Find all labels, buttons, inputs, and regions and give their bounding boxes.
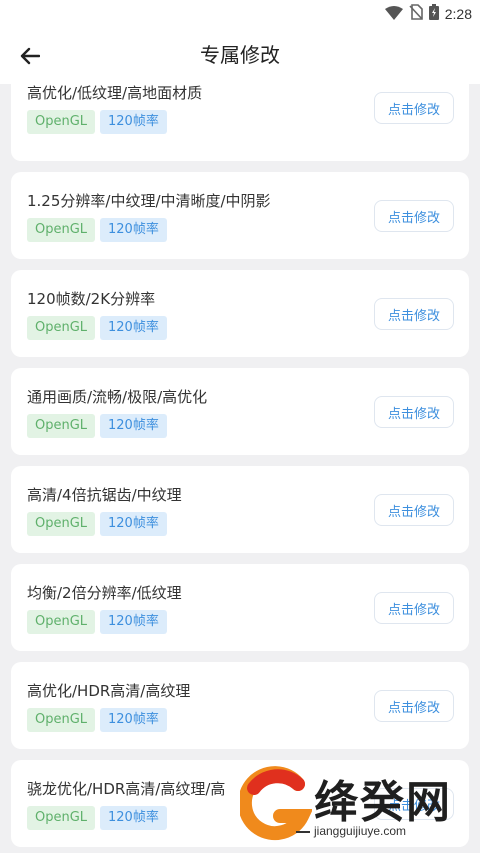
- preset-title: 120帧数/2K分辨率: [27, 290, 156, 308]
- edit-button[interactable]: 点击修改: [374, 396, 454, 428]
- edit-button[interactable]: 点击修改: [374, 494, 454, 526]
- tag-framerate: 120帧率: [100, 512, 167, 536]
- tag-opengl: OpenGL: [27, 316, 96, 340]
- tag-framerate: 120帧率: [100, 316, 167, 340]
- preset-title: 高清/4倍抗锯齿/中纹理: [27, 486, 182, 504]
- tag-opengl: OpenGL: [27, 610, 96, 634]
- edit-button[interactable]: 点击修改: [374, 92, 454, 124]
- tag-framerate: 120帧率: [100, 610, 167, 634]
- preset-card[interactable]: 高优化/HDR高清/高纹理 OpenGL 120帧率 点击修改: [11, 662, 469, 749]
- preset-card[interactable]: 120帧数/2K分辨率 OpenGL 120帧率 点击修改: [11, 270, 469, 357]
- watermark: 绛癸网 jiangguijiuye.com: [240, 762, 476, 848]
- app-bar: 专属修改: [0, 26, 480, 84]
- status-icons: 2:28: [384, 4, 472, 24]
- tag-opengl: OpenGL: [27, 218, 96, 242]
- tag-opengl: OpenGL: [27, 414, 96, 438]
- tag-opengl: OpenGL: [27, 110, 96, 134]
- page-title: 专属修改: [200, 43, 280, 67]
- preset-title: 1.25分辨率/中纹理/中清晰度/中阴影: [27, 192, 271, 210]
- edit-button[interactable]: 点击修改: [374, 690, 454, 722]
- preset-card[interactable]: 高优化/低纹理/高地面材质 OpenGL 120帧率 点击修改: [11, 84, 469, 161]
- watermark-url: jiangguijiuye.com: [314, 824, 407, 838]
- tag-framerate: 120帧率: [100, 806, 167, 830]
- wifi-icon: [384, 5, 403, 24]
- edit-button[interactable]: 点击修改: [374, 298, 454, 330]
- preset-title: 高优化/HDR高清/高纹理: [27, 682, 191, 700]
- tag-opengl: OpenGL: [27, 512, 96, 536]
- battery-icon: [428, 4, 439, 24]
- preset-title: 高优化/低纹理/高地面材质: [27, 84, 203, 102]
- preset-card[interactable]: 均衡/2倍分辨率/低纹理 OpenGL 120帧率 点击修改: [11, 564, 469, 651]
- back-button[interactable]: [16, 42, 44, 70]
- no-sim-icon: [409, 4, 423, 24]
- tag-opengl: OpenGL: [27, 708, 96, 732]
- status-time: 2:28: [444, 6, 472, 22]
- preset-card[interactable]: 1.25分辨率/中纹理/中清晰度/中阴影 OpenGL 120帧率 点击修改: [11, 172, 469, 259]
- tag-framerate: 120帧率: [100, 218, 167, 242]
- preset-list: 高优化/低纹理/高地面材质 OpenGL 120帧率 点击修改 1.25分辨率/…: [0, 84, 480, 853]
- preset-title: 骁龙优化/HDR高清/高纹理/高: [27, 780, 226, 798]
- preset-title: 均衡/2倍分辨率/低纹理: [27, 584, 182, 602]
- preset-card[interactable]: 高清/4倍抗锯齿/中纹理 OpenGL 120帧率 点击修改: [11, 466, 469, 553]
- watermark-divider: [296, 831, 310, 833]
- preset-card[interactable]: 通用画质/流畅/极限/高优化 OpenGL 120帧率 点击修改: [11, 368, 469, 455]
- preset-title: 通用画质/流畅/极限/高优化: [27, 388, 208, 406]
- tag-framerate: 120帧率: [100, 414, 167, 438]
- edit-button[interactable]: 点击修改: [374, 592, 454, 624]
- tag-framerate: 120帧率: [100, 110, 167, 134]
- arrow-left-icon: [20, 47, 40, 65]
- status-bar: 2:28: [0, 0, 480, 26]
- tag-framerate: 120帧率: [100, 708, 167, 732]
- watermark-logo-icon: [240, 766, 312, 841]
- tag-opengl: OpenGL: [27, 806, 96, 830]
- watermark-name: 绛癸网: [314, 777, 452, 828]
- edit-button[interactable]: 点击修改: [374, 200, 454, 232]
